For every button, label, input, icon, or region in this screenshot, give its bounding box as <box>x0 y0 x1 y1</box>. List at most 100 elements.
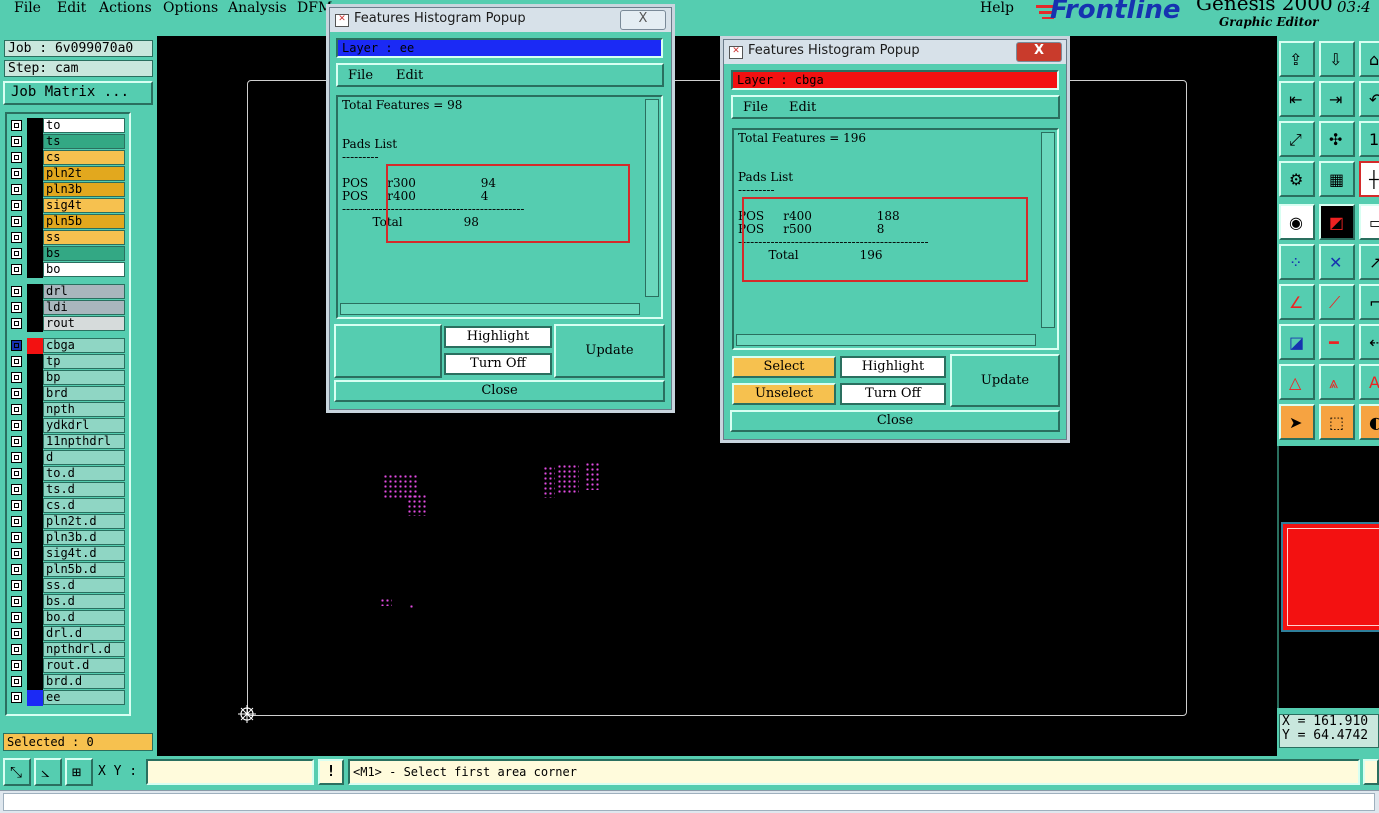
slope-icon[interactable]: ⟋ <box>1319 284 1355 320</box>
layer-checkbox[interactable] <box>11 612 22 623</box>
layer-row-pln5b[interactable]: pln5b <box>9 214 127 230</box>
menu-dfm[interactable]: DFM <box>297 0 332 16</box>
layer-row-pln3b[interactable]: pln3b <box>9 182 127 198</box>
layer-checkbox[interactable] <box>11 184 22 195</box>
layer-row-to-d[interactable]: to.d <box>9 466 127 482</box>
layer-row-ydkdrl[interactable]: ydkdrl <box>9 418 127 434</box>
grid-icon[interactable]: ▦ <box>1319 161 1355 197</box>
layer-checkbox[interactable] <box>11 232 22 243</box>
layer-row-cs-d[interactable]: cs.d <box>9 498 127 514</box>
layer-checkbox[interactable] <box>11 372 22 383</box>
menu-edit[interactable]: Edit <box>57 0 86 16</box>
layer-row-cs[interactable]: cs <box>9 150 127 166</box>
layer-row-to[interactable]: to <box>9 118 127 134</box>
vertical-scrollbar[interactable] <box>645 99 659 297</box>
layer-row-drl[interactable]: drl <box>9 284 127 300</box>
job-matrix-button[interactable]: Job Matrix ... <box>3 81 153 105</box>
layer-checkbox[interactable] <box>11 120 22 131</box>
layer-checkbox[interactable] <box>11 388 22 399</box>
layer-row-drl-d[interactable]: drl.d <box>9 626 127 642</box>
layer-row-cbga[interactable]: cbga <box>9 338 127 354</box>
triangle-icon[interactable]: △ <box>1279 364 1315 400</box>
layer-row-pln5b-d[interactable]: pln5b.d <box>9 562 127 578</box>
layer-row-ldi[interactable]: ldi <box>9 300 127 316</box>
arc-icon[interactable]: ⌐ <box>1359 284 1379 320</box>
layer-checkbox[interactable] <box>11 264 22 275</box>
warning-button[interactable]: ! <box>318 759 344 785</box>
layer-row-pln3b-d[interactable]: pln3b.d <box>9 530 127 546</box>
lasso-icon[interactable]: ◐ <box>1359 404 1379 440</box>
pan-right-icon[interactable]: ⇥ <box>1319 81 1355 117</box>
layer-row-brd[interactable]: brd <box>9 386 127 402</box>
layer-checkbox[interactable] <box>11 318 22 329</box>
layer-checkbox[interactable] <box>11 436 22 447</box>
move-icon[interactable]: ↗ <box>1359 244 1379 280</box>
close-window-button[interactable]: X <box>1016 42 1062 62</box>
turn-off-button[interactable]: Turn Off <box>444 353 552 375</box>
pad-icon[interactable]: ◉ <box>1279 204 1315 240</box>
layer-row-rout-d[interactable]: rout.d <box>9 658 127 674</box>
layer-row-bs-d[interactable]: bs.d <box>9 594 127 610</box>
layer-row-ts[interactable]: ts <box>9 134 127 150</box>
layer-checkbox[interactable] <box>11 516 22 527</box>
menu-actions[interactable]: Actions <box>99 0 152 16</box>
turn-off-button[interactable]: Turn Off <box>840 383 946 405</box>
snap-icon[interactable]: ┼ <box>1359 161 1379 197</box>
connect-icon[interactable]: ⁘ <box>1279 244 1315 280</box>
menu-analysis[interactable]: Analysis <box>228 0 287 16</box>
layer-checkbox[interactable] <box>11 168 22 179</box>
update-button[interactable]: Update <box>554 324 665 378</box>
layer-row-sig4t-d[interactable]: sig4t.d <box>9 546 127 562</box>
layer-row-sig4t[interactable]: sig4t <box>9 198 127 214</box>
layer-row-bo-d[interactable]: bo.d <box>9 610 127 626</box>
layer-row-tp[interactable]: tp <box>9 354 127 370</box>
update-button[interactable]: Update <box>950 354 1060 407</box>
layer-row-npthdrl-d[interactable]: npthdrl.d <box>9 642 127 658</box>
layer-row-npth[interactable]: npth <box>9 402 127 418</box>
polygon-icon[interactable]: ⩓ <box>1319 364 1355 400</box>
layer-checkbox[interactable] <box>11 340 22 351</box>
layer-checkbox[interactable] <box>11 644 22 655</box>
layer-checkbox[interactable] <box>11 468 22 479</box>
select-pointer-icon[interactable]: ⬚ <box>1319 404 1355 440</box>
zoom-area-icon[interactable]: ⤡ <box>3 758 31 786</box>
measure-icon[interactable]: ⚙ <box>1279 161 1315 197</box>
layer-checkbox[interactable] <box>11 596 22 607</box>
layer-row-rout[interactable]: rout <box>9 316 127 332</box>
pad-add-icon[interactable]: ◪ <box>1279 324 1315 360</box>
layer-row-bp[interactable]: bp <box>9 370 127 386</box>
layer-checkbox[interactable] <box>11 484 22 495</box>
menu-options[interactable]: Options <box>163 0 218 16</box>
layer-checkbox[interactable] <box>11 136 22 147</box>
zoom-in-icon[interactable]: ⇩ <box>1319 41 1355 77</box>
layer-checkbox[interactable] <box>11 548 22 559</box>
layer-checkbox[interactable] <box>11 628 22 639</box>
layer-checkbox[interactable] <box>11 580 22 591</box>
popup-menu-edit[interactable]: Edit <box>396 68 423 83</box>
layer-checkbox[interactable] <box>11 404 22 415</box>
layer-checkbox[interactable] <box>11 248 22 259</box>
trace-icon[interactable]: ━ <box>1319 324 1355 360</box>
vertical-scrollbar[interactable] <box>1041 132 1055 328</box>
route-icon[interactable]: ⇠ <box>1359 324 1379 360</box>
layer-row-11npthdrl[interactable]: 11npthdrl <box>9 434 127 450</box>
layer-row-ee[interactable]: ee <box>9 690 127 706</box>
layer-checkbox[interactable] <box>11 660 22 671</box>
layer-row-bs[interactable]: bs <box>9 246 127 262</box>
status-extra-button[interactable] <box>1363 759 1379 785</box>
center-icon[interactable]: ✣ <box>1319 121 1355 157</box>
zoom-home-icon[interactable]: ⇪ <box>1279 41 1315 77</box>
layer-checkbox[interactable] <box>11 532 22 543</box>
layer-row-brd-d[interactable]: brd.d <box>9 674 127 690</box>
layer-checkbox[interactable] <box>11 152 22 163</box>
pointer-icon[interactable]: ➤ <box>1279 404 1315 440</box>
layer-row-d[interactable]: d <box>9 450 127 466</box>
layer-checkbox[interactable] <box>11 676 22 687</box>
line-icon[interactable]: ∠ <box>1279 284 1315 320</box>
xy-input[interactable] <box>146 759 314 785</box>
snap-grid-icon[interactable]: ⊞ <box>65 758 93 786</box>
layer-checkbox[interactable] <box>11 200 22 211</box>
ruler-icon[interactable]: ▭ <box>1359 204 1379 240</box>
highlight-button[interactable]: Highlight <box>444 326 552 348</box>
close-button[interactable]: Close <box>730 410 1060 432</box>
